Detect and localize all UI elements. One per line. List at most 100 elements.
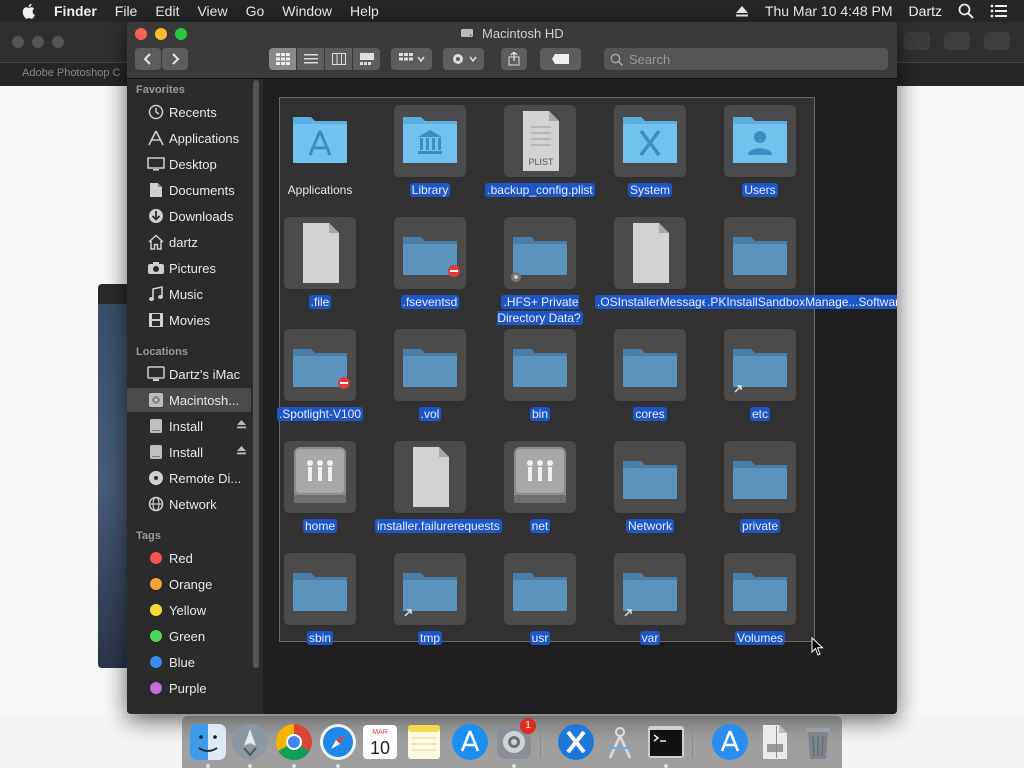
dock-calendar-icon[interactable]: MAR 10 bbox=[360, 722, 400, 762]
file-item-installer-failurerequests[interactable]: installer.failurerequests bbox=[375, 441, 502, 553]
dock-launchpad-icon[interactable] bbox=[230, 722, 270, 762]
file-item-backup-config-plist[interactable]: PLIST .backup_config.plist bbox=[485, 105, 595, 217]
icon-view-button[interactable] bbox=[269, 48, 297, 70]
sidebar-tag-purple[interactable]: Purple bbox=[127, 676, 251, 700]
menu-window[interactable]: Window bbox=[282, 3, 332, 19]
sidebar-item-dartz[interactable]: dartz bbox=[127, 230, 251, 254]
file-item-etc[interactable]: etc bbox=[705, 329, 815, 441]
dock-system-preferences-icon[interactable]: 1 bbox=[494, 718, 536, 762]
sidebar-scrollbar[interactable] bbox=[253, 80, 259, 668]
file-item-net[interactable]: net bbox=[485, 441, 595, 553]
list-view-button[interactable] bbox=[297, 48, 325, 70]
gallery-view-button[interactable] bbox=[353, 48, 380, 70]
notification-center-icon[interactable] bbox=[990, 4, 1008, 18]
sidebar-item-macintosh-1[interactable]: Macintosh... bbox=[127, 388, 251, 412]
column-view-button[interactable] bbox=[325, 48, 353, 70]
dock-chrome-icon[interactable] bbox=[274, 722, 314, 762]
eject-icon[interactable] bbox=[735, 4, 749, 18]
file-item-home[interactable]: home bbox=[265, 441, 375, 553]
dock-installer-icon[interactable] bbox=[710, 722, 750, 762]
dock-finder-icon[interactable] bbox=[188, 722, 228, 762]
sidebar-item-dartz-s-imac-0[interactable]: Dartz's iMac bbox=[127, 362, 251, 386]
sidebar-tag-orange[interactable]: Orange bbox=[127, 572, 251, 596]
file-item-system[interactable]: System bbox=[595, 105, 705, 217]
dock-instruments-icon[interactable] bbox=[600, 722, 640, 762]
file-item-private[interactable]: private bbox=[705, 441, 815, 553]
file-item-sbin[interactable]: sbin bbox=[265, 553, 375, 665]
back-button[interactable] bbox=[135, 48, 161, 70]
file-name: Library bbox=[375, 182, 485, 198]
sidebar-item-network-5[interactable]: Network bbox=[127, 492, 251, 516]
file-item-osinstallermessages[interactable]: .OSInstallerMessages bbox=[595, 217, 717, 329]
file-name-text: tmp bbox=[417, 631, 442, 645]
edit-tags-button[interactable] bbox=[540, 48, 581, 70]
applications-icon bbox=[144, 129, 168, 147]
background-tab-label[interactable]: Adobe Photoshop C bbox=[22, 67, 120, 79]
sidebar-item-recents[interactable]: Recents bbox=[127, 100, 251, 124]
file-name: Network bbox=[595, 518, 705, 534]
file-name-text: cores bbox=[633, 407, 667, 421]
running-indicator bbox=[664, 764, 668, 768]
dock-terminal-icon[interactable] bbox=[646, 722, 686, 762]
menu-app-finder[interactable]: Finder bbox=[54, 3, 97, 19]
file-item-vol[interactable]: .vol bbox=[375, 329, 485, 441]
sidebar-item-downloads[interactable]: Downloads bbox=[127, 204, 251, 228]
file-item-cores[interactable]: cores bbox=[595, 329, 705, 441]
file-item-users[interactable]: Users bbox=[705, 105, 815, 217]
sidebar-tag-red[interactable]: Red bbox=[127, 546, 251, 570]
sidebar-item-documents[interactable]: Documents bbox=[127, 178, 251, 202]
file-item-applications[interactable]: Applications bbox=[265, 105, 375, 217]
apple-icon[interactable] bbox=[20, 2, 38, 20]
search-field[interactable]: Search bbox=[604, 48, 888, 70]
eject-icon[interactable] bbox=[236, 444, 247, 459]
tag-icon bbox=[551, 54, 569, 64]
dock-app-store-icon[interactable] bbox=[450, 722, 490, 762]
dock-safari-icon[interactable] bbox=[318, 722, 358, 762]
sidebar-item-applications[interactable]: Applications bbox=[127, 126, 251, 150]
file-item-network[interactable]: Network bbox=[595, 441, 705, 553]
menu-file[interactable]: File bbox=[115, 3, 138, 19]
sidebar-item-remote-di-4[interactable]: Remote Di... bbox=[127, 466, 251, 490]
network-drive-icon bbox=[284, 441, 356, 513]
share-button[interactable] bbox=[501, 48, 527, 70]
menu-help[interactable]: Help bbox=[350, 3, 379, 19]
sidebar-item-install-2[interactable]: Install bbox=[127, 414, 251, 438]
file-item-hfs-private-directory-data[interactable]: .HFS+ Private Directory Data? bbox=[485, 217, 595, 329]
file-item-pkinstallsandboxmanage-software[interactable]: .PKInstallSandboxManage...Software bbox=[705, 217, 897, 329]
file-item-bin[interactable]: bin bbox=[485, 329, 595, 441]
file-item-file[interactable]: .file bbox=[265, 217, 375, 329]
sidebar-tag-green[interactable]: Green bbox=[127, 624, 251, 648]
dock-trash-icon[interactable] bbox=[798, 722, 838, 762]
file-item-usr[interactable]: usr bbox=[485, 553, 595, 665]
sidebar-item-desktop[interactable]: Desktop bbox=[127, 152, 251, 176]
sidebar-item-movies[interactable]: Movies bbox=[127, 308, 251, 332]
sidebar-tag-blue[interactable]: Blue bbox=[127, 650, 251, 674]
sidebar-item-install-3[interactable]: Install bbox=[127, 440, 251, 464]
forward-button[interactable] bbox=[162, 48, 188, 70]
action-menu-button[interactable] bbox=[443, 48, 484, 70]
sidebar-tag-yellow[interactable]: Yellow bbox=[127, 598, 251, 622]
spotlight-search-icon[interactable] bbox=[958, 3, 974, 19]
menu-edit[interactable]: Edit bbox=[155, 3, 179, 19]
menu-view[interactable]: View bbox=[197, 3, 227, 19]
dock-xcode-icon[interactable] bbox=[556, 722, 596, 762]
dock-notes-icon[interactable] bbox=[404, 722, 444, 762]
eject-icon[interactable] bbox=[236, 418, 247, 433]
file-item-var[interactable]: var bbox=[595, 553, 705, 665]
sidebar-item-music[interactable]: Music bbox=[127, 282, 251, 306]
dock-document-stack-icon[interactable] bbox=[754, 722, 794, 762]
document-icon bbox=[614, 217, 686, 289]
menu-go[interactable]: Go bbox=[246, 3, 265, 19]
file-item-spotlight-v100[interactable]: .Spotlight-V100 bbox=[265, 329, 375, 441]
sidebar-item-pictures[interactable]: Pictures bbox=[127, 256, 251, 280]
folder-icon bbox=[614, 329, 686, 401]
file-item-tmp[interactable]: tmp bbox=[375, 553, 485, 665]
menubar-user[interactable]: Dartz bbox=[909, 3, 942, 19]
file-item-library[interactable]: Library bbox=[375, 105, 485, 217]
file-name-text: private bbox=[739, 519, 781, 533]
menubar-clock[interactable]: Thu Mar 10 4:48 PM bbox=[765, 3, 893, 19]
tag-color-dot-icon bbox=[144, 549, 168, 567]
file-item-fseventsd[interactable]: .fseventsd bbox=[375, 217, 485, 329]
group-by-button[interactable] bbox=[391, 48, 432, 70]
file-item-volumes[interactable]: Volumes bbox=[705, 553, 815, 665]
